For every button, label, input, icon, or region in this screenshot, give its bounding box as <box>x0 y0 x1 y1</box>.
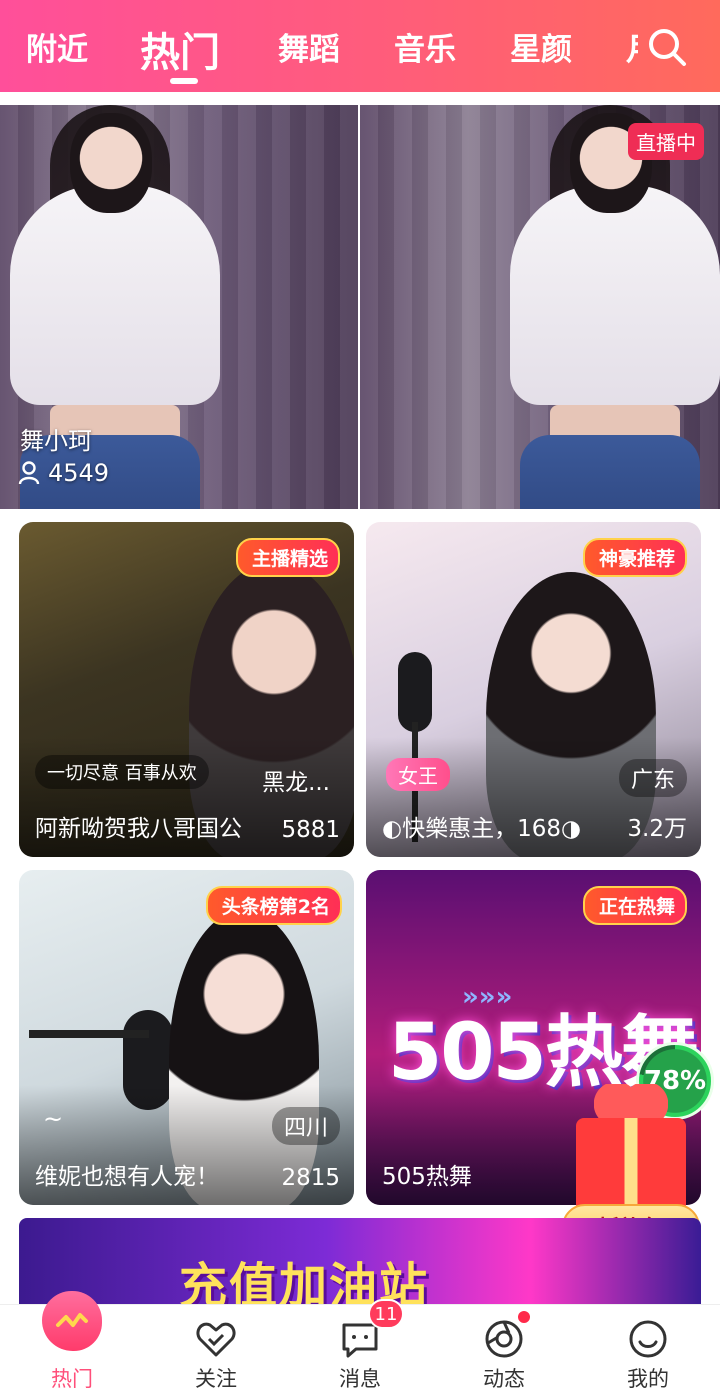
tab-dance[interactable]: 舞蹈 <box>278 24 340 69</box>
top-nav-bar: 附近 热门 舞蹈 音乐 星颜 月 <box>0 0 720 92</box>
card-title: ◐快樂惠主，168◑ <box>382 816 582 842</box>
tab-overflow[interactable]: 月 <box>626 24 638 69</box>
active-tab-indicator <box>170 78 198 84</box>
viewer-count: 2815 <box>281 1165 340 1191</box>
notification-dot <box>518 1311 530 1323</box>
nav-profile[interactable]: 我的 <box>576 1305 720 1399</box>
card-title: 维妮也想有人宠！ <box>35 1164 219 1190</box>
viewer-count: 5881 <box>281 817 340 843</box>
search-icon[interactable] <box>646 26 688 68</box>
tab-star-face[interactable]: 星颜 <box>510 24 572 69</box>
viewer-count: 3.2万 <box>627 816 687 842</box>
nav-label: 关注 <box>195 1367 237 1391</box>
stream-card[interactable]: 头条榜第2名 ~ 四川 维妮也想有人宠！ 2815 <box>19 870 354 1205</box>
tycoon-recommend-badge: 神豪推荐 <box>582 538 687 577</box>
nav-label: 热门 <box>51 1367 93 1391</box>
tab-nearby[interactable]: 附近 <box>26 24 88 69</box>
card-title: 阿新呦贺我八哥国公 <box>35 816 242 842</box>
streamer-name: 舞小珂 <box>20 427 92 455</box>
user-icon <box>18 461 40 485</box>
location-label: 黑龙... <box>262 770 330 796</box>
viewer-count: 4549 <box>18 459 109 487</box>
location-tag: 广东 <box>618 759 687 797</box>
stream-card[interactable]: 神豪推荐 女王 广东 ◐快樂惠主，168◑ 3.2万 <box>366 522 701 857</box>
bottom-nav-bar: 热门 关注 11 消息 动态 我的 <box>0 1291 720 1399</box>
headline-rank-badge: 头条榜第2名 <box>205 886 342 925</box>
nav-moments[interactable]: 动态 <box>432 1305 576 1399</box>
tab-hot[interactable]: 热门 <box>140 20 220 78</box>
recharge-banner[interactable]: 充值加油站 <box>19 1218 701 1308</box>
tab-music[interactable]: 音乐 <box>394 24 456 69</box>
featured-badge: 主播精选 <box>235 538 340 577</box>
symbol-tag: ~ <box>43 1105 64 1133</box>
heart-check-icon <box>196 1322 236 1357</box>
nav-label: 我的 <box>627 1367 669 1391</box>
nav-follow[interactable]: 关注 <box>144 1305 288 1399</box>
location-tag: 四川 <box>271 1107 340 1145</box>
nav-label: 动态 <box>483 1367 525 1391</box>
live-badge: 直播中 <box>628 123 704 160</box>
hero-video-left[interactable]: 舞小珂 4549 <box>0 105 358 509</box>
card-title: 505热舞 <box>382 1164 472 1190</box>
smile-icon <box>629 1320 667 1358</box>
queen-tag: 女王 <box>386 758 450 791</box>
dancing-now-badge: 正在热舞 <box>582 886 687 925</box>
flame-icon <box>42 1291 102 1351</box>
hero-video-right[interactable]: 直播中 <box>360 105 720 509</box>
nav-label: 消息 <box>339 1367 381 1391</box>
hero-live-stream[interactable]: 舞小珂 4549 直播中 <box>0 105 720 509</box>
nav-messages[interactable]: 11 消息 <box>288 1299 432 1399</box>
slogan-tag: 一切尽意 百事从欢 <box>35 755 209 789</box>
nav-hot[interactable]: 热门 <box>0 1291 144 1399</box>
unread-badge: 11 <box>368 1299 404 1329</box>
stream-card[interactable]: 主播精选 一切尽意 百事从欢 黑龙... 阿新呦贺我八哥国公 5881 <box>19 522 354 857</box>
gift-box-icon[interactable] <box>576 1118 686 1212</box>
camera-lens-icon <box>485 1320 523 1358</box>
microphone-image <box>398 652 432 732</box>
